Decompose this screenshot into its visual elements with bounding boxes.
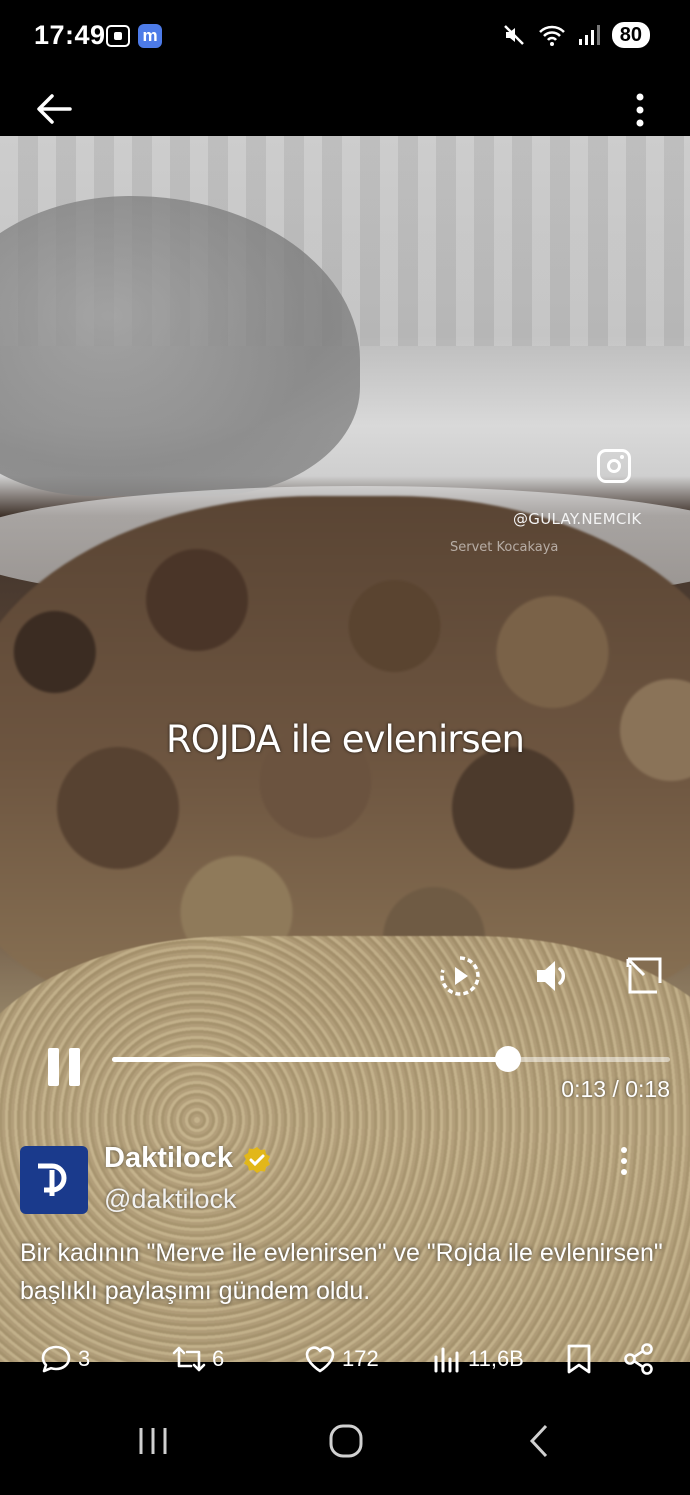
volume-icon[interactable] [533,956,573,996]
back-arrow-icon[interactable] [34,92,74,126]
video-progress-bar[interactable] [112,1046,670,1072]
signal-icon [578,25,600,45]
expand-icon[interactable] [624,955,664,995]
bookmark-icon[interactable] [565,1336,593,1382]
repost-button[interactable]: 6 [172,1336,224,1382]
status-bar: 17:49 m 80 [0,0,690,80]
video-watermark: @GULAY.NEMCIK [513,510,642,528]
video-progress-thumb[interactable] [495,1046,522,1072]
pause-button[interactable] [48,1048,82,1088]
status-time: 17:49 [34,20,106,50]
video-time: 0:13 / 0:18 [561,1076,670,1102]
post-action-bar: 3 6 172 11,6B [0,1336,690,1386]
author-name[interactable]: Daktilock [104,1142,233,1175]
video-progress-fill [112,1057,509,1062]
more-options-icon[interactable] [630,92,650,128]
post-text: Bir kadının "Merve ile evlenirsen" ve "R… [20,1239,663,1305]
system-nav-bar [0,1386,690,1495]
reply-button[interactable]: 3 [40,1336,90,1382]
screen-record-icon [106,25,130,47]
nav-back-icon[interactable] [510,1418,570,1464]
views-button[interactable]: 11,6B [432,1336,524,1382]
like-button[interactable]: 172 [304,1336,379,1382]
mute-icon [503,25,524,45]
home-icon[interactable] [316,1418,376,1464]
post-more-icon[interactable] [616,1146,632,1176]
daktilock-logo-icon [38,1163,67,1196]
like-count: 172 [342,1346,379,1371]
author-handle: @daktilock [104,1184,237,1214]
views-count: 11,6B [468,1346,524,1371]
recent-apps-icon[interactable] [123,1418,183,1464]
video-watermark-secondary: Servet Kocakaya [450,540,559,555]
repost-count: 6 [212,1346,225,1371]
pause-bar [48,1048,59,1086]
reply-icon [41,1345,71,1373]
repost-icon [172,1346,206,1372]
wifi-icon [538,25,565,46]
video-caption: ROJDA ile evlenirsen [166,718,525,761]
replay-icon[interactable] [438,954,482,998]
battery-indicator: 80 [611,22,650,48]
verified-badge-icon [244,1147,270,1173]
avatar[interactable] [20,1146,88,1214]
reply-count: 3 [78,1346,91,1371]
top-nav [0,80,690,136]
share-icon[interactable] [623,1336,655,1382]
m-app-icon: m [138,24,162,48]
instagram-icon [597,449,631,483]
heart-icon [305,1346,335,1373]
views-chart-icon [434,1347,459,1373]
pause-bar [69,1048,80,1086]
